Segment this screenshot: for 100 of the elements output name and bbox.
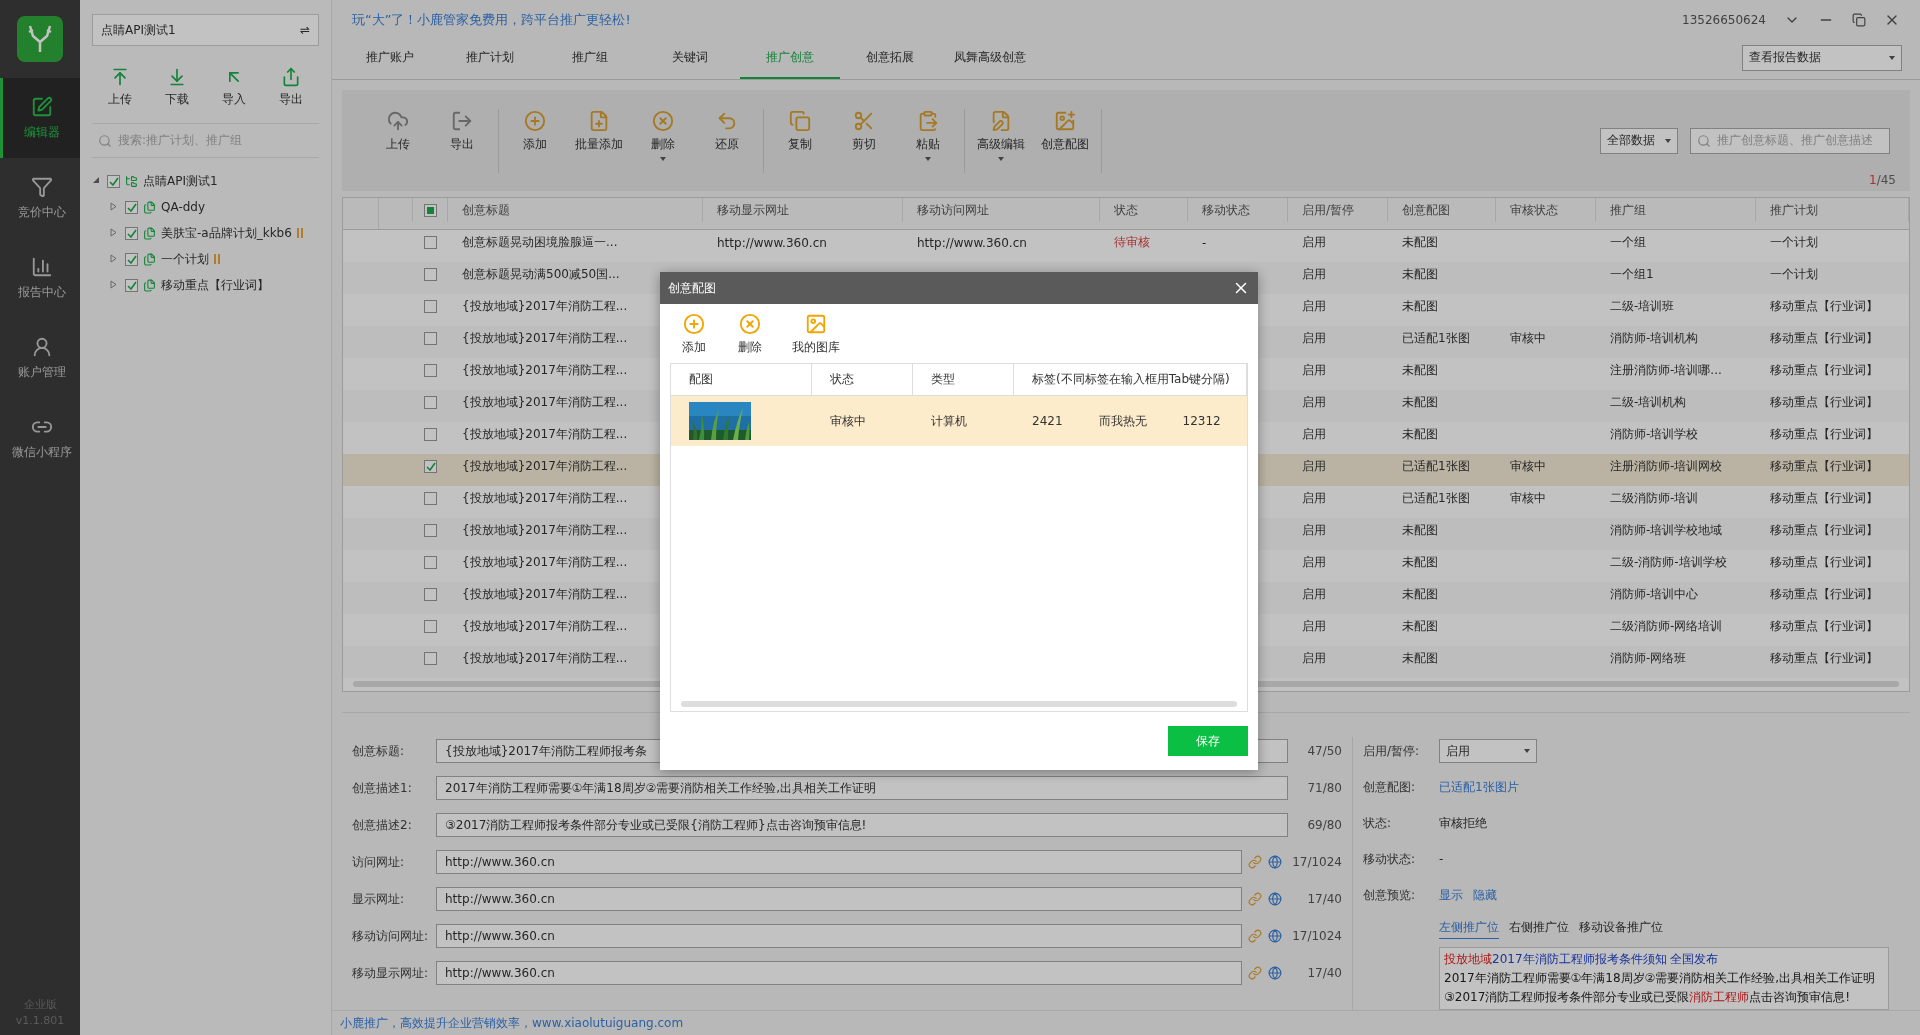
- table-cell: {投放地域}2017年消防工程...: [462, 522, 628, 540]
- tree-item[interactable]: 移动重点【行业词】: [161, 276, 269, 294]
- report-select[interactable]: 查看报告数据: [1742, 44, 1902, 71]
- checkbox[interactable]: [424, 396, 437, 410]
- preview-tab[interactable]: 移动设备推广位: [1579, 917, 1663, 940]
- toolbar-button[interactable]: 删除: [631, 108, 695, 173]
- table-cell: 消防师-培训学校: [1610, 426, 1699, 444]
- toolbar-button[interactable]: 剪切: [832, 108, 896, 173]
- table-cell: 启用: [1302, 522, 1326, 540]
- checkbox[interactable]: [424, 460, 437, 474]
- plan-icon: [143, 200, 156, 214]
- input-field[interactable]: http://www.360.cn: [436, 961, 1242, 986]
- tree-item[interactable]: QA-ddy: [161, 200, 206, 214]
- checkbox[interactable]: [107, 174, 120, 188]
- checkbox[interactable]: [424, 300, 437, 314]
- nav-item[interactable]: 微信小程序: [0, 398, 80, 478]
- tab[interactable]: 推广计划: [440, 38, 540, 79]
- tree-item[interactable]: 点睛API测试1: [143, 172, 218, 190]
- toolbar-button[interactable]: 粘贴: [896, 108, 960, 173]
- collapse-arrow-icon[interactable]: [92, 176, 102, 186]
- table-cell: 注册消防师-培训哪...: [1610, 362, 1722, 380]
- checkbox[interactable]: [424, 364, 437, 378]
- checkbox[interactable]: [125, 200, 138, 214]
- enable-select[interactable]: 启用: [1439, 739, 1537, 764]
- checkbox[interactable]: [125, 252, 138, 266]
- checkbox[interactable]: [424, 236, 437, 250]
- switch-icon[interactable]: ⇌: [299, 23, 310, 37]
- tree-action-button[interactable]: 上传: [102, 66, 139, 109]
- checkbox[interactable]: [424, 492, 437, 506]
- table-cell: 启用: [1302, 394, 1326, 412]
- table-cell: 未配图: [1402, 362, 1438, 380]
- browser-icon[interactable]: [1268, 929, 1282, 944]
- nav-item[interactable]: 账户管理: [0, 318, 80, 398]
- tab[interactable]: 推广组: [540, 38, 640, 79]
- field-label: 创意预览:: [1363, 886, 1417, 904]
- input-field[interactable]: 2017年消防工程师需要①年满18周岁②需要消防相关工作经验,出具相关工作证明: [436, 776, 1288, 801]
- tree-action-button[interactable]: 下载: [159, 66, 196, 109]
- toolbar-button[interactable]: 高级编辑: [969, 108, 1033, 173]
- browser-icon[interactable]: [1268, 855, 1282, 870]
- column-header: 配图: [671, 364, 812, 395]
- column-header: 推广组: [1596, 198, 1756, 223]
- tab[interactable]: 凤舞高级创意: [940, 38, 1040, 79]
- input-field[interactable]: ③2017消防工程师报考条件部分专业或已受限{消防工程师}点击咨询预审信息!: [436, 813, 1288, 838]
- checkbox[interactable]: [125, 226, 138, 240]
- tag-text: 2421: [1032, 414, 1063, 428]
- nav-item[interactable]: 编辑器: [0, 78, 80, 158]
- nav-item[interactable]: 报告中心: [0, 238, 80, 318]
- input-field[interactable]: http://www.360.cn: [436, 887, 1242, 912]
- tab[interactable]: 推广账户: [340, 38, 440, 79]
- preview-tab[interactable]: 右侧推广位: [1509, 917, 1569, 940]
- browser-icon[interactable]: [1268, 892, 1282, 907]
- link-icon[interactable]: [1248, 892, 1262, 907]
- restore-icon[interactable]: [1852, 12, 1866, 27]
- checkbox[interactable]: [424, 652, 437, 666]
- toolbar-button[interactable]: 还原: [695, 108, 759, 173]
- checkbox[interactable]: [125, 278, 138, 292]
- toolbar-button[interactable]: 上传: [366, 108, 430, 173]
- input-field[interactable]: http://www.360.cn: [436, 924, 1242, 949]
- dialog-action-button[interactable]: 添加: [674, 312, 714, 357]
- dialog-action-button[interactable]: 我的图库: [786, 312, 846, 357]
- filter-select[interactable]: 全部数据: [1600, 127, 1678, 154]
- browser-icon[interactable]: [1268, 966, 1282, 981]
- clipboard-icon: [917, 109, 939, 132]
- dialog-action-button[interactable]: 删除: [730, 312, 770, 357]
- copy-icon: [789, 109, 811, 132]
- preview-line: 投放地域2017年消防工程师报考条件须知 全国发布: [1444, 952, 1719, 967]
- checkbox[interactable]: [424, 332, 437, 346]
- tab[interactable]: 关键词: [640, 38, 740, 79]
- toolbar-button[interactable]: 添加: [503, 108, 567, 173]
- table-cell: {投放地域}2017年消防工程...: [462, 650, 628, 668]
- toolbar-button[interactable]: 创意配图: [1033, 108, 1097, 173]
- checkbox[interactable]: [424, 428, 437, 442]
- checkbox[interactable]: [424, 556, 437, 570]
- table-cell: 一个组1: [1610, 266, 1654, 284]
- table-cell: 未配图: [1402, 522, 1438, 540]
- toolbar-button[interactable]: 导出: [430, 108, 494, 173]
- tag-text: 12312: [1182, 414, 1221, 428]
- checkbox[interactable]: [424, 268, 437, 282]
- link-icon[interactable]: [1248, 929, 1262, 944]
- nav-item[interactable]: 竞价中心: [0, 158, 80, 238]
- toolbar-button[interactable]: 复制: [768, 108, 832, 173]
- checkbox[interactable]: [423, 203, 437, 217]
- checkbox[interactable]: [424, 620, 437, 634]
- link-icon[interactable]: [1248, 855, 1262, 870]
- input-field[interactable]: http://www.360.cn: [436, 850, 1242, 875]
- char-counter: 69/80: [1306, 818, 1342, 833]
- table-cell: 创意标题晃动困境脸腺逼一...: [462, 234, 618, 252]
- tree-action-button[interactable]: 导出: [272, 66, 309, 109]
- tab[interactable]: 创意拓展: [840, 38, 940, 79]
- tree-item[interactable]: 美肤宝-a品牌计划_kkb6: [161, 224, 292, 242]
- link-icon[interactable]: [1248, 966, 1262, 981]
- column-header: 创意配图: [1388, 198, 1496, 223]
- account-select[interactable]: 点睛API测试1 ⇌: [92, 14, 319, 46]
- checkbox[interactable]: [424, 588, 437, 602]
- table-cell: 待审核: [1114, 234, 1150, 252]
- tree-action-button[interactable]: 导入: [215, 66, 252, 109]
- plus-icon: [524, 109, 546, 132]
- tree-item[interactable]: 一个计划: [161, 250, 209, 268]
- toolbar-button[interactable]: 批量添加: [567, 108, 631, 173]
- checkbox[interactable]: [424, 524, 437, 538]
